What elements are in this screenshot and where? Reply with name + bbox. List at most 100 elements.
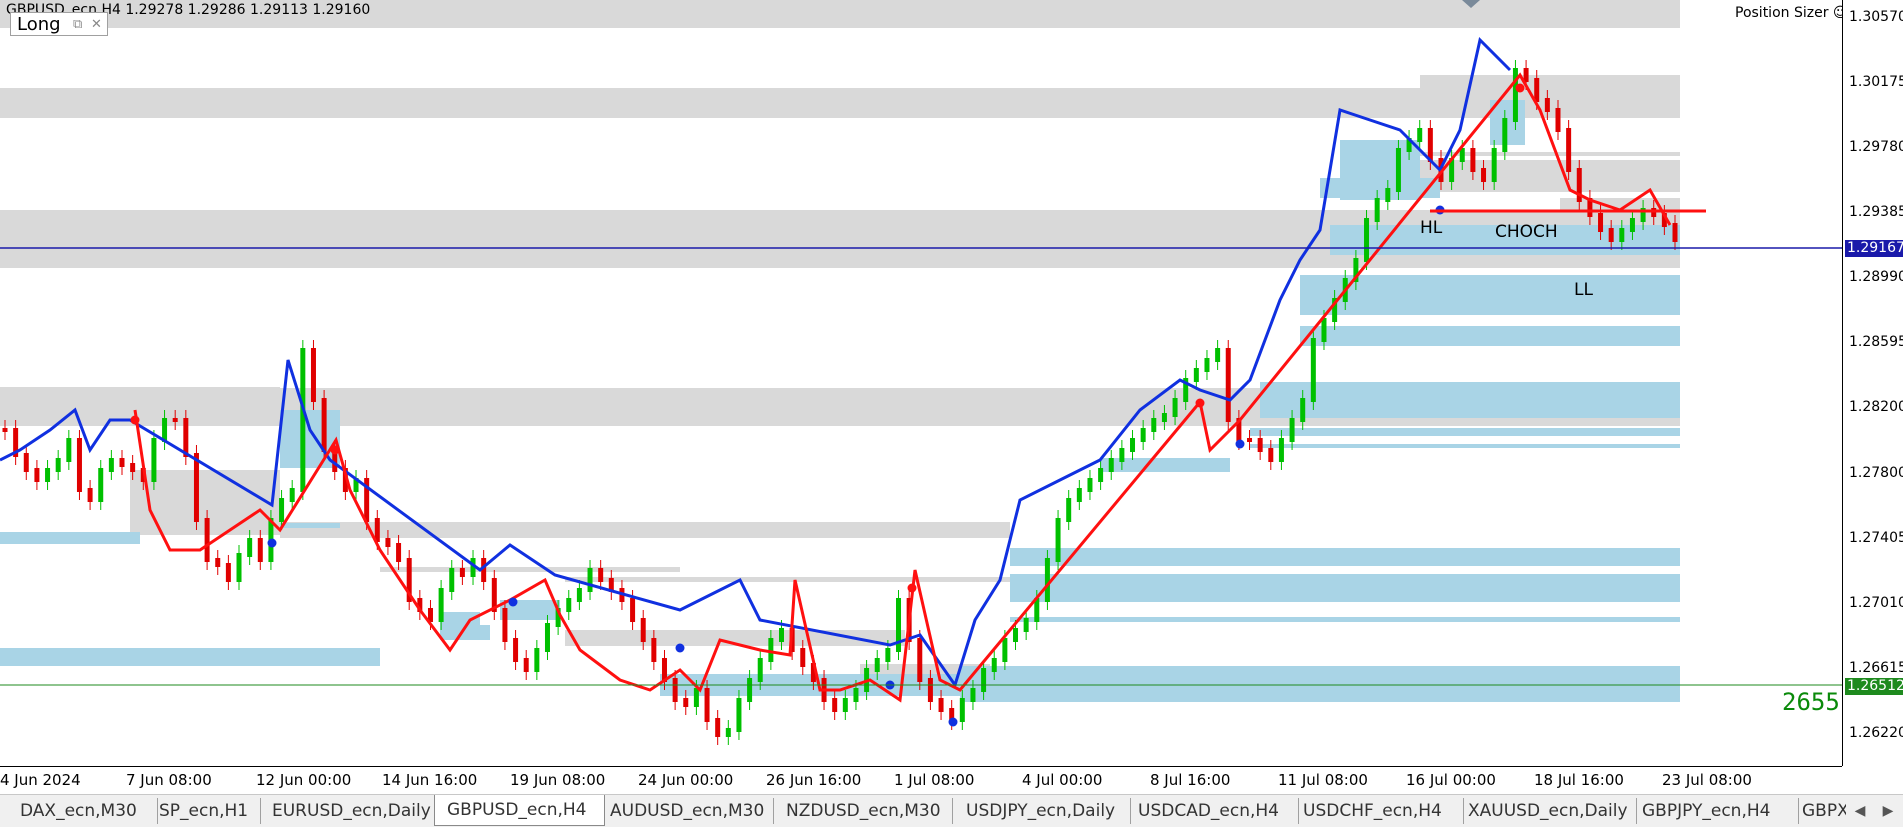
- candle-body: [502, 608, 508, 642]
- candle-body: [1374, 198, 1380, 222]
- chart-area[interactable]: GBPUSD_ecn,H4 1.29278 1.29286 1.29113 1.…: [0, 0, 1842, 766]
- demand-zone: [1250, 444, 1680, 448]
- time-tick: 11 Jul 08:00: [1278, 771, 1368, 789]
- candle-body: [800, 648, 806, 667]
- tab-dax[interactable]: DAX_ecn,M30: [8, 798, 158, 824]
- supply-zone: [380, 567, 680, 572]
- price-tick: 1.30175: [1849, 74, 1903, 90]
- candle-body: [853, 688, 859, 702]
- candle-body: [1098, 468, 1104, 482]
- candle-body: [747, 678, 753, 702]
- candle-body: [917, 638, 923, 682]
- tab-usdjpy[interactable]: USDJPY_ecn,Daily: [954, 798, 1131, 824]
- scroll-left-icon[interactable]: ◀: [1846, 798, 1874, 824]
- swing-high-dot: [1195, 398, 1205, 408]
- candle-body: [1002, 638, 1008, 662]
- tab-usdcad[interactable]: USDCAD_ecn,H4: [1126, 798, 1299, 824]
- tab-eurusd[interactable]: EURUSD_ecn,Daily: [260, 798, 440, 824]
- candle-body: [300, 348, 306, 492]
- tab-nzdusd[interactable]: NZDUSD_ecn,M30: [774, 798, 953, 824]
- tab-xauusd[interactable]: XAUUSD_ecn,Daily: [1456, 798, 1637, 824]
- swing-low-dot: [267, 538, 277, 548]
- supply-zone: [0, 387, 280, 392]
- line-price-tag: 1.26512: [1845, 678, 1903, 695]
- time-tick: 18 Jul 16:00: [1534, 771, 1624, 789]
- time-tick: 4 Jul 00:00: [1022, 771, 1103, 789]
- supply-zone: [1420, 75, 1680, 89]
- candle-body: [289, 488, 295, 502]
- candle-body: [279, 498, 285, 522]
- candle-body: [1044, 558, 1050, 602]
- candle-body: [534, 648, 540, 672]
- candle-body: [55, 458, 61, 472]
- time-tick: 12 Jun 00:00: [256, 771, 352, 789]
- swing-low-dot: [1235, 439, 1245, 449]
- candle-body: [1470, 148, 1476, 172]
- candle-body: [683, 698, 689, 707]
- candle-body: [459, 568, 465, 577]
- candle-body: [1555, 108, 1561, 132]
- price-chart[interactable]: [0, 0, 1842, 766]
- restore-icon[interactable]: ⧉: [73, 13, 82, 37]
- candle-body: [874, 658, 880, 672]
- price-tick: 1.28200: [1849, 399, 1903, 415]
- candle-body: [1385, 188, 1391, 202]
- candle-body: [938, 698, 944, 712]
- price-tick: 1.26615: [1849, 660, 1903, 676]
- time-tick: 4 Jun 2024: [0, 771, 81, 789]
- candle-body: [87, 488, 93, 502]
- candle-body: [842, 698, 848, 712]
- candle-body: [1108, 458, 1114, 472]
- candle-body: [885, 648, 891, 662]
- chart-tab-bar: DAX_ecn,M30 SP_ecn,H1 EURUSD_ecn,Daily G…: [0, 794, 1903, 827]
- candle-body: [959, 698, 965, 722]
- candle-body: [1364, 218, 1370, 262]
- candle-body: [66, 438, 72, 462]
- time-tick: 7 Jun 08:00: [126, 771, 212, 789]
- time-axis[interactable]: 4 Jun 2024 7 Jun 08:00 12 Jun 00:00 14 J…: [0, 766, 1842, 795]
- candle-body: [1161, 413, 1167, 422]
- candle-body: [215, 558, 221, 567]
- candle-body: [640, 618, 646, 642]
- candle-body: [1566, 128, 1572, 172]
- candle-body: [513, 638, 519, 662]
- price-axis[interactable]: 1.30570 1.30175 1.29780 1.29385 1.28990 …: [1842, 0, 1903, 766]
- candle-body: [1629, 218, 1635, 232]
- candle-body: [193, 453, 199, 522]
- candle-body: [1395, 148, 1401, 192]
- candle-body: [778, 628, 784, 642]
- time-tick: 23 Jul 08:00: [1662, 771, 1752, 789]
- long-panel[interactable]: Long ⧉ ✕: [10, 12, 108, 36]
- tab-sp[interactable]: SP_ecn,H1: [147, 798, 261, 824]
- candle-body: [1119, 448, 1125, 462]
- supply-zone: [280, 522, 1010, 538]
- candle-body: [1172, 398, 1178, 417]
- candle-body: [1204, 358, 1210, 372]
- candle-body: [1300, 398, 1306, 422]
- candle-body: [98, 468, 104, 502]
- candle-body: [736, 698, 742, 732]
- candle-body: [970, 688, 976, 702]
- tab-audusd[interactable]: AUDUSD_ecn,M30: [598, 798, 774, 824]
- price-tick: 1.27010: [1849, 595, 1903, 611]
- candle-body: [1321, 318, 1327, 342]
- tab-gbpusd[interactable]: GBPUSD_ecn,H4: [434, 795, 605, 826]
- time-tick: 19 Jun 08:00: [510, 771, 606, 789]
- swing-high-dot: [330, 445, 340, 455]
- close-icon[interactable]: ✕: [91, 13, 102, 37]
- price-tick: 1.29780: [1849, 139, 1903, 155]
- demand-zone: [1260, 382, 1680, 418]
- supply-zone: [1420, 160, 1680, 192]
- candle-body: [981, 668, 987, 692]
- demand-zone: [1300, 326, 1680, 346]
- candle-body: [1013, 628, 1019, 642]
- tab-usdchf[interactable]: USDCHF_ecn,H4: [1291, 798, 1464, 824]
- candle-body: [715, 718, 721, 737]
- candle-body: [544, 623, 550, 652]
- position-sizer[interactable]: Position Sizer ☺: [1735, 5, 1842, 21]
- candle-body: [1491, 148, 1497, 182]
- candle-body: [1140, 428, 1146, 442]
- hl-label: HL: [1420, 218, 1443, 238]
- scroll-right-icon[interactable]: ▶: [1874, 798, 1902, 824]
- tab-gbpjpy[interactable]: GBPJPY_ecn,H4: [1630, 798, 1799, 824]
